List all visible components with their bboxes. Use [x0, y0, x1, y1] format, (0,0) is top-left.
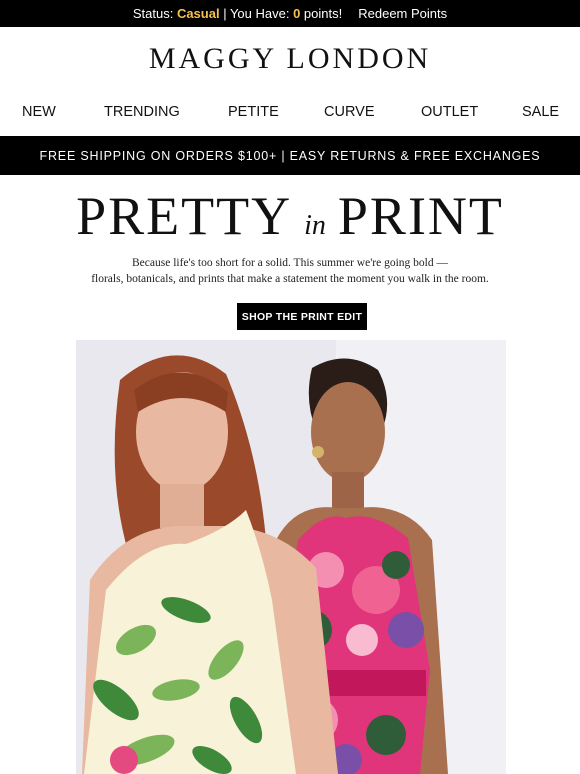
headline-word-2: PRINT [337, 186, 504, 246]
headline-word-1: PRETTY [76, 186, 293, 246]
shop-print-edit-button[interactable]: SHOP THE PRINT EDIT [237, 303, 367, 330]
status-bar: Status: Casual | You Have: 0 points! Rede… [0, 0, 580, 27]
promo-banner[interactable]: FREE SHIPPING ON ORDERS $100+ | EASY RET… [0, 136, 580, 175]
headline: PRETTY in PRINT [0, 184, 580, 248]
nav-item-curve[interactable]: CURVE [324, 104, 375, 120]
main-nav: NEW TRENDING PETITE CURVE OUTLET SALE [0, 104, 580, 126]
subcopy-line-2: florals, botanicals, and prints that mak… [91, 273, 489, 285]
nav-item-outlet[interactable]: OUTLET [421, 104, 478, 120]
subcopy-line-1: Because life's too short for a solid. Th… [132, 257, 448, 269]
nav-item-petite[interactable]: PETITE [228, 104, 279, 120]
subcopy: Because life's too short for a solid. Th… [0, 255, 580, 287]
status-value: Casual [176, 6, 220, 21]
redeem-points-link[interactable]: Redeem Points [358, 6, 447, 21]
nav-item-sale[interactable]: SALE [522, 104, 559, 120]
points-prefix: | You Have: [219, 6, 294, 21]
status-label: Status: [132, 6, 177, 21]
headline-script-word: in [304, 210, 326, 241]
nav-item-new[interactable]: NEW [22, 104, 56, 120]
brand-logo: MAGGY LONDON [148, 42, 432, 75]
model-photo-icon [76, 340, 506, 774]
promo-text: FREE SHIPPING ON ORDERS $100+ | EASY RET… [39, 148, 541, 163]
hero-image[interactable] [76, 340, 506, 774]
points-suffix: points! [300, 6, 343, 21]
points-value: 0 [293, 6, 301, 21]
nav-item-trending[interactable]: TRENDING [104, 104, 180, 120]
